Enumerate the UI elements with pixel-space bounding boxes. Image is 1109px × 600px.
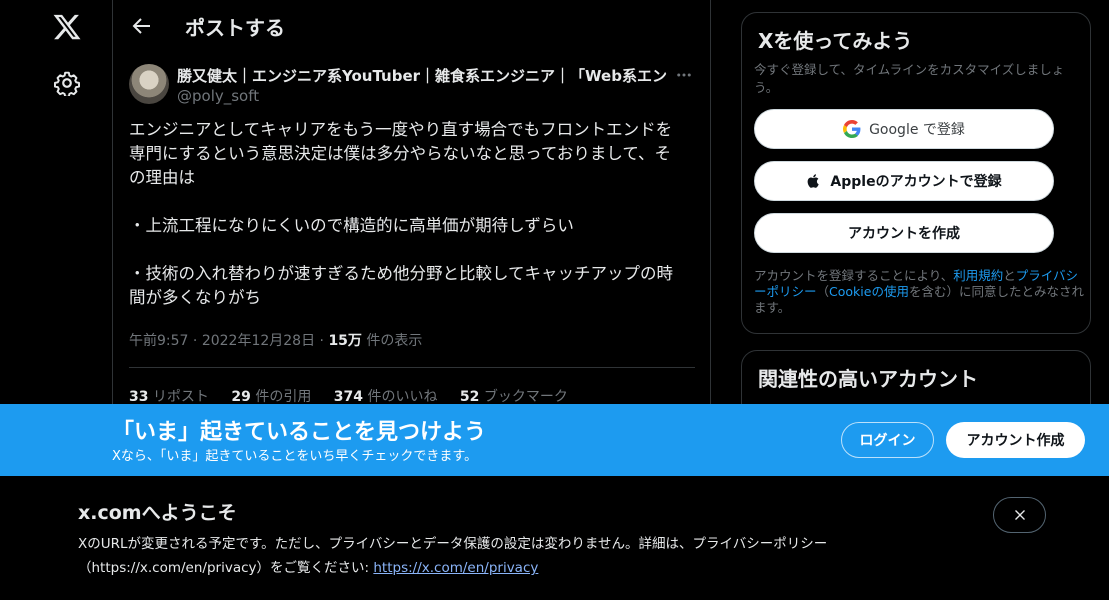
post-stats: 33 リポスト 29 件の引用 374 件のいいね 52 ブックマーク [129,386,586,406]
divider [129,367,695,368]
post-time[interactable]: 午前9:57 [129,333,188,349]
apple-icon [808,174,820,188]
google-signup-label: Google で登録 [869,122,965,138]
google-signup-button[interactable]: Google で登録 [754,109,1054,149]
post-text-line: 間が多くなりがち [129,288,261,307]
post-text-line: ・技術の入れ替わりが速すぎるため他分野と比較してキャッチアップの時 [129,264,674,283]
arrow-left-icon[interactable] [129,14,153,38]
terms-link[interactable]: 利用規約 [953,268,1003,283]
author-handle[interactable]: @poly_soft [177,87,259,105]
quote-stat[interactable]: 29 件の引用 [231,389,311,405]
related-title: 関連性の高いアカウント [758,367,978,391]
like-count: 374 [333,389,364,405]
google-icon [843,120,861,138]
welcome-panel: x.comへようこそ XのURLが変更される予定です。ただし、プライバシーとデー… [0,476,1109,600]
meta-separator: · [315,333,329,349]
close-icon [1014,510,1025,520]
post-meta: 午前9:57 · 2022年12月28日 · 15万 件の表示 [129,330,422,350]
post-text-line: の理由は [129,168,195,187]
signup-card: Xを使ってみよう 今すぐ登録して、タイムラインをカスタマイズしましょう。 Goo… [741,12,1091,334]
like-label: 件のいいね [363,389,438,405]
banner-title: 「いま」起きていることを見つけよう [112,420,487,445]
meta-separator: · [188,333,202,349]
apple-signup-button[interactable]: Appleのアカウントで登録 [754,161,1054,201]
view-label: 件の表示 [361,333,423,349]
privacy-url-link[interactable]: https://x.com/en/privacy [373,560,538,576]
post-text-line: 専門にするという意思決定は僕は多分やらないなと思っておりまして、そ [129,144,672,163]
more-horizontal-icon[interactable] [675,66,693,84]
legal-notice: アカウントを登録することにより、利用規約とプライバシーポリシー（Cookieの使… [754,268,1084,316]
quote-label: 件の引用 [250,389,312,405]
legal-text: アカウントを登録することにより、 [754,268,954,283]
bookmark-stat[interactable]: 52 ブックマーク [460,389,568,405]
author-name[interactable]: 勝又健太｜エンジニア系YouTuber｜雑食系エンジニア｜「Web系エンジ [177,65,667,86]
signup-banner: 「いま」起きていることを見つけよう Xなら、「いま」起きていることをいち早くチェ… [0,404,1109,476]
post-text-line: ・上流工程になりにくいので構造的に高単価が期待しずらい [129,216,574,235]
repost-count: 33 [129,389,149,405]
banner-subtitle: Xなら、「いま」起きていることをいち早くチェックできます。 [112,449,478,464]
repost-label: リポスト [148,389,209,405]
legal-text: と [1003,268,1016,283]
banner-create-account-button[interactable]: アカウント作成 [946,422,1085,458]
welcome-title: x.comへようこそ [78,502,237,524]
avatar[interactable] [129,64,169,104]
post-text-line: エンジニアとしてキャリアをもう一度やり直す場合でもフロントエンドを [129,120,673,139]
post-text: エンジニアとしてキャリアをもう一度やり直す場合でもフロントエンドを 専門にすると… [129,118,695,310]
repost-stat[interactable]: 33 リポスト [129,389,209,405]
apple-signup-label: Appleのアカウントで登録 [830,174,1002,190]
view-count: 15万 [328,333,362,349]
x-logo-icon[interactable] [52,12,82,42]
signup-subtitle: 今すぐ登録して、タイムラインをカスタマイズしましょう。 [754,62,1065,95]
quote-count: 29 [231,389,251,405]
post-date[interactable]: 2022年12月28日 [202,333,315,349]
page-title: ポストする [185,16,285,40]
bookmark-label: ブックマーク [479,389,568,405]
welcome-body: XのURLが変更される予定です。ただし、プライバシーとデータ保護の設定は変わりま… [78,532,948,580]
signup-title: Xを使ってみよう [758,29,913,53]
legal-text: （ [816,284,830,299]
bookmark-count: 52 [459,389,480,405]
create-account-label: アカウントを作成 [848,226,960,242]
close-button[interactable] [993,497,1046,533]
create-account-button[interactable]: アカウントを作成 [754,213,1054,253]
cookie-link[interactable]: Cookieの使用 [829,284,909,299]
login-button[interactable]: ログイン [841,422,934,458]
like-stat[interactable]: 374 件のいいね [334,389,438,405]
gear-icon[interactable] [54,70,80,96]
